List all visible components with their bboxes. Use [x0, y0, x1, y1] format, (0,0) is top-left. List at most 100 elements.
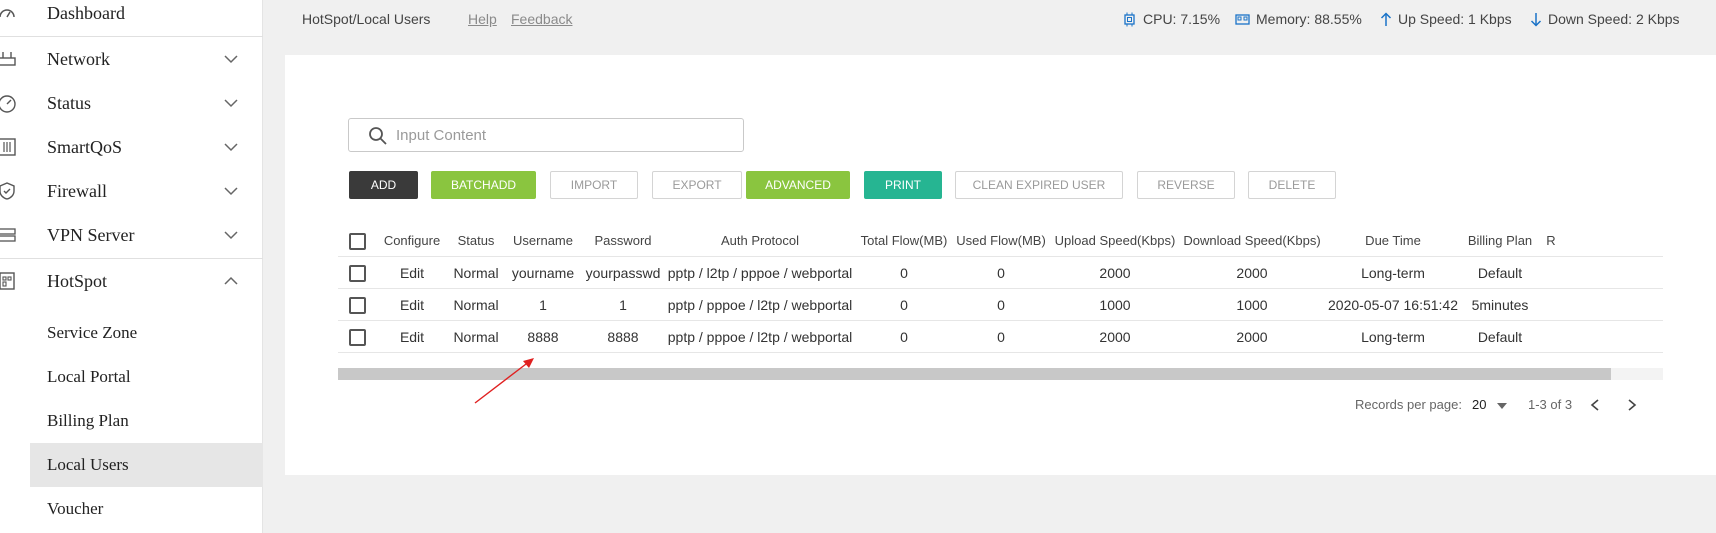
column-header: Auth Protocol: [720, 233, 800, 248]
sidebar-subitem-local-portal[interactable]: Local Portal: [0, 355, 263, 399]
due-time-cell: Long-term: [1361, 265, 1425, 281]
records-per-page-label: Records per page:: [1355, 397, 1462, 412]
chevron-up-icon: [224, 276, 238, 285]
batchadd-button[interactable]: BATCHADD: [431, 171, 536, 199]
up-speed-stat: Up Speed: 1 Kbps: [1380, 11, 1512, 27]
breadcrumb: HotSpot/Local Users: [302, 11, 431, 27]
import-button[interactable]: IMPORT: [550, 171, 638, 199]
search-input[interactable]: [396, 123, 726, 147]
page-range: 1-3 of 3: [1528, 397, 1573, 412]
clean-expired-user-button[interactable]: CLEAN EXPIRED USER: [955, 171, 1123, 199]
chevron-down-icon: [224, 55, 238, 64]
sidebar-item-label: HotSpot: [47, 270, 108, 291]
sidebar-item-dashboard[interactable]: Dashboard: [0, 0, 263, 35]
password-cell: yourpasswd: [585, 265, 661, 281]
chevron-left-icon[interactable]: [1589, 398, 1601, 412]
down-speed-value: Down Speed: 2 Kbps: [1548, 11, 1680, 27]
chevron-down-icon: [224, 143, 238, 152]
edit-link[interactable]: Edit: [400, 289, 424, 321]
column-header: Total Flow(MB): [860, 233, 948, 248]
sidebar-item-smartqos[interactable]: SmartQoS: [0, 125, 263, 169]
top-bar: HotSpot/Local Users Help Feedback CPU: 7…: [264, 0, 1716, 40]
total-flow-cell: 0: [900, 329, 908, 345]
sidebar-item-hotspot[interactable]: HotSpot: [0, 259, 263, 303]
due-time-cell: Long-term: [1361, 329, 1425, 345]
column-header: Billing Plan: [1467, 233, 1533, 248]
sidebar-item-vpn-server[interactable]: VPN Server: [0, 213, 263, 257]
upload-speed-cell: 2000: [1099, 329, 1131, 345]
caret-down-icon[interactable]: [1496, 402, 1508, 410]
used-flow-cell: 0: [997, 265, 1005, 281]
table-row: Edit Normal 1 1 pptp / pppoe / l2tp / we…: [338, 289, 1663, 321]
column-header: Download Speed(Kbps): [1183, 233, 1321, 248]
export-button[interactable]: EXPORT: [652, 171, 742, 199]
sidebar-subitem-label: Billing Plan: [47, 411, 129, 430]
sliders-icon: [0, 135, 20, 159]
memory-icon: [1235, 13, 1250, 25]
due-time-cell: 2020-05-07 16:51:42: [1328, 297, 1458, 313]
auth-protocol-cell: pptp / pppoe / l2tp / webportal: [667, 297, 853, 313]
column-header: Password: [594, 233, 652, 248]
username-cell: yourname: [511, 265, 575, 281]
sidebar-subitem-label: Voucher: [47, 499, 104, 518]
row-checkbox[interactable]: [349, 265, 366, 282]
status-cell: Normal: [453, 265, 499, 281]
sidebar-subitem-local-users[interactable]: Local Users: [30, 443, 263, 487]
arrow-down-icon: [1530, 12, 1542, 27]
sidebar-subitem-label: Local Users: [47, 455, 129, 474]
billing-plan-cell: Default: [1477, 265, 1523, 281]
sidebar-item-label: VPN Server: [47, 224, 135, 245]
sidebar-item-label: Dashboard: [47, 2, 125, 23]
table-row: Edit Normal 8888 8888 pptp / pppoe / l2t…: [338, 321, 1663, 353]
upload-speed-cell: 1000: [1099, 297, 1131, 313]
memory-stat: Memory: 88.55%: [1235, 11, 1362, 27]
feedback-link[interactable]: Feedback: [511, 11, 572, 27]
column-header: R: [1546, 233, 1556, 248]
sidebar-item-label: Network: [47, 48, 110, 69]
shield-icon: [0, 179, 20, 203]
status-gauge-icon: [0, 91, 20, 115]
delete-button[interactable]: DELETE: [1248, 171, 1336, 199]
hotspot-icon: [0, 269, 20, 293]
vpn-icon: [0, 223, 20, 247]
memory-value: Memory: 88.55%: [1256, 11, 1362, 27]
add-button[interactable]: ADD: [349, 171, 418, 199]
sidebar-subitem-label: Service Zone: [47, 323, 138, 342]
sidebar-item-label: SmartQoS: [47, 136, 123, 157]
records-per-page-value: 20: [1472, 397, 1487, 412]
search-icon: [369, 127, 387, 145]
column-header: Status: [457, 233, 495, 248]
select-all-checkbox[interactable]: [349, 233, 366, 250]
edit-link[interactable]: Edit: [400, 321, 424, 353]
billing-plan-cell: Default: [1477, 329, 1523, 345]
sidebar-subitem-voucher[interactable]: Voucher: [0, 487, 263, 531]
password-cell: 1: [619, 297, 627, 313]
column-header: Username: [513, 233, 573, 248]
column-header: Used Flow(MB): [956, 233, 1046, 248]
sidebar-subitem-service-zone[interactable]: Service Zone: [0, 311, 263, 355]
sidebar-subitem-label: Local Portal: [47, 367, 131, 386]
help-link[interactable]: Help: [468, 11, 497, 27]
sidebar: Dashboard Network Status SmartQoS Firewa…: [0, 0, 263, 533]
print-button[interactable]: PRINT: [864, 171, 942, 199]
advanced-button[interactable]: ADVANCED: [746, 171, 850, 199]
cpu-value: CPU: 7.15%: [1143, 11, 1221, 27]
sidebar-item-status[interactable]: Status: [0, 81, 263, 125]
sidebar-item-firewall[interactable]: Firewall: [0, 169, 263, 213]
column-header: Configure: [383, 233, 441, 248]
total-flow-cell: 0: [900, 265, 908, 281]
row-checkbox[interactable]: [349, 329, 366, 346]
sidebar-item-label: Status: [47, 92, 92, 113]
auth-protocol-cell: pptp / pppoe / l2tp / webportal: [667, 329, 853, 345]
cpu-icon: [1124, 12, 1135, 26]
sidebar-item-network[interactable]: Network: [0, 37, 263, 81]
password-cell: 8888: [607, 329, 639, 345]
row-checkbox[interactable]: [349, 297, 366, 314]
sidebar-subitem-billing-plan[interactable]: Billing Plan: [0, 399, 263, 443]
reverse-button[interactable]: REVERSE: [1137, 171, 1235, 199]
chevron-right-icon[interactable]: [1626, 398, 1638, 412]
chevron-down-icon: [224, 99, 238, 108]
records-per-page-select[interactable]: 20: [1472, 397, 1486, 412]
edit-link[interactable]: Edit: [400, 257, 424, 289]
column-header: Due Time: [1365, 233, 1421, 248]
